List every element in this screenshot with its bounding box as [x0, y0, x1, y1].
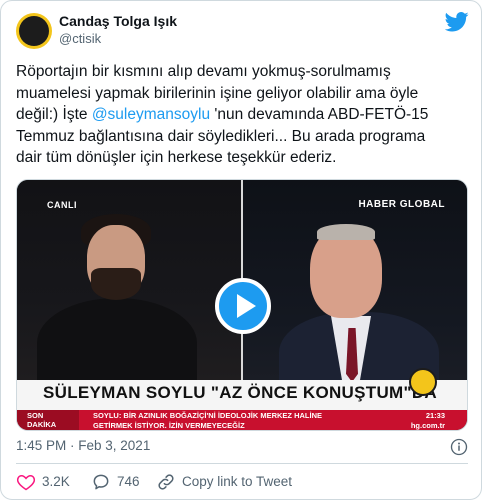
avatar-inner	[19, 16, 49, 46]
info-icon[interactable]	[450, 438, 468, 456]
tweet-line: dair tüm dönüşler için herkese teşekkür …	[16, 149, 337, 166]
tweet-text-segment: değil:) İşte	[16, 106, 92, 123]
show-logo-icon	[409, 368, 437, 396]
ticker-tag-line: DAKİKA	[27, 420, 57, 429]
avatar[interactable]	[16, 13, 52, 49]
tweet-card: Candaş Tolga Işık @ctisik Röportajın bir…	[0, 0, 482, 500]
divider	[16, 463, 468, 464]
tweet-line: muamelesi yapmak birilerinin işine geliy…	[16, 84, 419, 102]
guest-hair	[317, 224, 375, 240]
live-label: CANLI	[47, 200, 77, 210]
channel-logo: HABER GLOBAL	[358, 199, 445, 210]
like-button[interactable]: 3.2K	[16, 472, 96, 492]
ticker-line: SOYLU: BİR AZINLIK BOĞAZİÇİ'Nİ İDEOLOJİK…	[93, 411, 323, 420]
reply-icon	[93, 474, 109, 490]
ticker-tag-line: SON	[27, 411, 44, 420]
ticker-text: SOYLU: BİR AZINLIK BOĞAZİÇİ'Nİ İDEOLOJİK…	[93, 411, 393, 430]
video-player[interactable]: CANLI HABER GLOBAL SÜLEYMAN SOYLU "AZ ÖN…	[16, 179, 468, 431]
heart-icon	[16, 474, 36, 491]
copy-link-label: Copy link to Tweet	[182, 474, 293, 489]
twitter-bird-icon[interactable]	[445, 11, 469, 33]
ticker-site: hg.com.tr	[410, 421, 445, 430]
ticker-tag-label: SON DAKİKA	[27, 411, 56, 429]
ticker-clock: 21:33	[425, 411, 445, 420]
ticker-time: 21:33 hg.com.tr	[410, 411, 445, 430]
like-count: 3.2K	[42, 474, 70, 489]
play-icon[interactable]	[237, 294, 256, 318]
copy-link-button[interactable]: Copy link to Tweet	[156, 472, 326, 492]
video-headline: SÜLEYMAN SOYLU "AZ ÖNCE KONUŞTUM"DA	[43, 383, 438, 402]
tweet-line: değil:) İşte @suleymansoylu 'nun devamın…	[16, 104, 471, 126]
tweet-text-segment: 'nun devamında ABD-FETÖ-15	[210, 106, 429, 123]
author-name[interactable]: Candaş Tolga Işık	[59, 13, 177, 29]
tweet-text: Röportajın bir kısmını alıp devamı yokmu…	[16, 61, 471, 169]
tweet-line: Temmuz bağlantısına dair söyledikleri...…	[16, 127, 426, 145]
tweet-line: Röportajın bir kısmını alıp devamı yokmu…	[16, 63, 391, 80]
ticker-line: GETİRMEK İSTİYOR. İZİN VERMEYECEĞİZ	[93, 421, 245, 430]
interviewer-beard	[91, 268, 141, 300]
mention-link[interactable]: @suleymansoylu	[92, 106, 210, 123]
link-icon	[158, 474, 174, 490]
reply-button[interactable]: 746	[91, 472, 161, 492]
author-handle[interactable]: @ctisik	[59, 31, 101, 46]
interviewer-figure	[37, 298, 197, 388]
tweet-timestamp[interactable]: 1:45 PM · Feb 3, 2021	[16, 438, 150, 453]
reply-count: 746	[117, 474, 140, 489]
